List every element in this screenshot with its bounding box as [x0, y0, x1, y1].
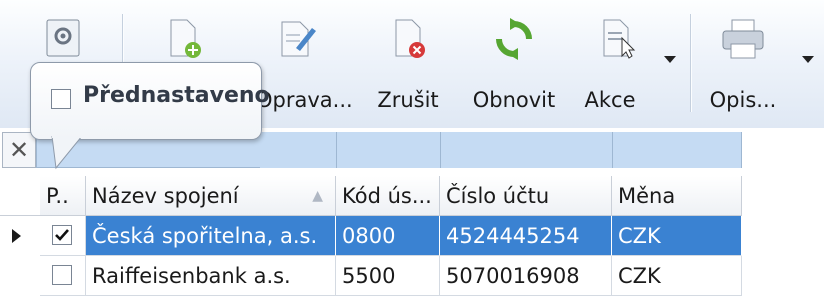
actions-dropdown-arrow[interactable] [664, 56, 676, 63]
edit-icon [274, 18, 318, 64]
default-checkbox[interactable] [52, 225, 72, 245]
currency-cell[interactable]: CZK [612, 256, 742, 296]
refresh-button[interactable]: Obnovit [466, 12, 562, 112]
new-document-icon [163, 18, 203, 64]
currency-cell[interactable]: CZK [612, 216, 742, 256]
cancel-button[interactable]: Zrušit [370, 12, 446, 112]
checkmark-icon [55, 229, 69, 241]
default-filter-checkbox[interactable] [51, 89, 71, 109]
account-number-cell[interactable]: 5070016908 [440, 256, 612, 296]
default-filter-label[interactable]: Přednastaveno [83, 83, 270, 108]
bank-name-cell[interactable]: Česká spořitelna, a.s. [86, 216, 336, 256]
print-dropdown-arrow[interactable] [802, 56, 814, 63]
column-header-account[interactable]: Číslo účtu [440, 176, 612, 216]
row-indicator [0, 256, 38, 296]
refresh-icon [492, 18, 536, 64]
table-row[interactable]: Česká spořitelna, a.s. 0800 4524445254 C… [0, 216, 824, 256]
column-header-code[interactable]: Kód ús... [336, 176, 440, 216]
default-checkbox[interactable] [52, 265, 72, 285]
row-indicator-header [0, 176, 40, 216]
current-row-indicator-icon [0, 216, 38, 256]
clear-filter-icon[interactable]: ✕ [2, 132, 36, 168]
sort-ascending-icon: ▲ [312, 188, 323, 204]
bank-code-cell[interactable]: 0800 [336, 216, 440, 256]
column-header-currency[interactable]: Měna [612, 176, 742, 216]
column-header-name[interactable]: Název spojení ▲ [86, 176, 336, 216]
printer-icon [720, 18, 766, 64]
gear-icon [44, 18, 82, 62]
filter-account[interactable] [441, 132, 613, 168]
print-button-label: Opis... [709, 88, 777, 112]
popup-pointer [51, 136, 83, 170]
print-button[interactable]: Opis... [700, 12, 786, 112]
bank-name-cell[interactable]: Raiffeisenbank a.s. [86, 256, 336, 296]
delete-document-icon [388, 18, 428, 64]
filter-name[interactable] [260, 132, 337, 168]
refresh-button-label: Obnovit [472, 88, 556, 112]
account-number-cell[interactable]: 4524445254 [440, 216, 612, 256]
filter-code[interactable] [337, 132, 441, 168]
default-filter-popup: Přednastaveno [30, 62, 270, 140]
table-row[interactable]: Raiffeisenbank a.s. 5500 5070016908 CZK [0, 256, 824, 296]
actions-button[interactable]: Akce [578, 12, 658, 112]
column-header-default[interactable]: P.. [40, 176, 86, 216]
cursor-document-icon [598, 18, 638, 64]
bank-code-cell[interactable]: 5500 [336, 256, 440, 296]
cancel-button-label: Zrušit [377, 88, 439, 112]
actions-button-label: Akce [584, 88, 636, 112]
filter-currency[interactable] [613, 132, 742, 168]
